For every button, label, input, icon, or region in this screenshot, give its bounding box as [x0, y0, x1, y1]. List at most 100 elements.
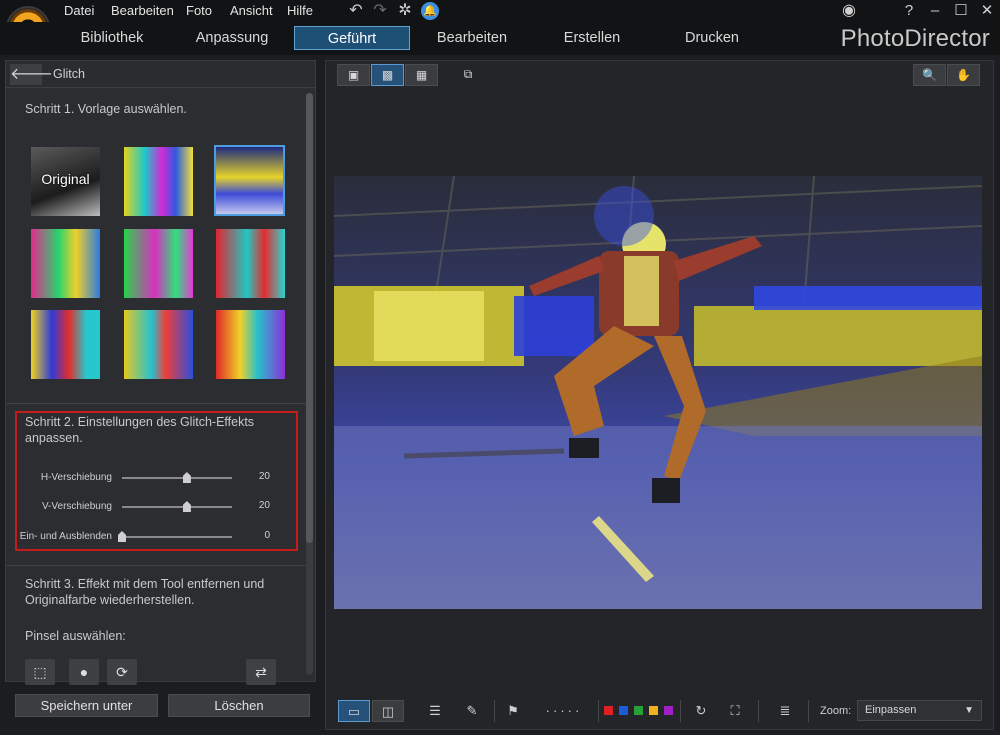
grid-icon: ▦: [415, 68, 428, 82]
fade-value: 0: [264, 530, 270, 541]
panel-header: 🡐 Glitch: [6, 61, 315, 88]
flag-button[interactable]: ⚑: [500, 700, 526, 722]
template-glitch-1[interactable]: [123, 146, 194, 217]
template-glitch-6[interactable]: [30, 309, 101, 380]
tab-drucken[interactable]: Drucken: [662, 26, 762, 50]
step1-text: Schritt 1. Vorlage auswählen.: [25, 102, 187, 116]
view-original-button[interactable]: ▣: [337, 64, 370, 86]
compare-view-button[interactable]: ◫: [372, 700, 404, 722]
separator: [598, 700, 599, 722]
template-glitch-7[interactable]: [123, 309, 194, 380]
edited-photo: [334, 176, 982, 609]
panel-title: Glitch: [53, 67, 85, 81]
back-button[interactable]: 🡐: [10, 64, 53, 85]
round-brush-icon: ●: [79, 664, 89, 680]
menu-foto[interactable]: Foto: [186, 3, 212, 18]
gear-icon[interactable]: ✲: [396, 2, 414, 20]
separator: [494, 700, 495, 722]
display-options-button[interactable]: ≣: [770, 700, 800, 722]
template-glitch-4[interactable]: [123, 228, 194, 299]
v-shift-track[interactable]: [122, 506, 232, 508]
color-label-blue[interactable]: [619, 706, 628, 715]
color-label-green[interactable]: [634, 706, 643, 715]
brush-restore-button[interactable]: ⟳: [107, 659, 137, 685]
restore-brush-icon: ⟳: [116, 664, 128, 680]
panel-scrollbar-thumb[interactable]: [306, 93, 313, 543]
swap-icon: ⇄: [255, 664, 267, 680]
divider: [6, 403, 306, 404]
glitch-panel: 🡐 Glitch Schritt 1. Vorlage auswählen. O…: [5, 60, 316, 685]
fade-track[interactable]: [122, 536, 232, 538]
fade-label: Ein- und Ausblenden: [19, 531, 112, 542]
pencil-icon: ✎: [466, 703, 478, 718]
v-shift-label: V-Verschiebung: [41, 501, 112, 512]
v-shift-value: 20: [258, 500, 270, 511]
brand-name: PhotoDirector: [840, 25, 990, 52]
separator: [758, 700, 759, 722]
brush-auto-button[interactable]: ⬚: [25, 659, 55, 685]
menu-datei[interactable]: Datei: [64, 3, 94, 18]
user-icon[interactable]: ◉: [840, 2, 858, 20]
save-as-button[interactable]: Speichern unter: [15, 694, 158, 717]
edit-button[interactable]: ✎: [459, 700, 485, 722]
color-label-yellow[interactable]: [649, 706, 658, 715]
sort-icon: ☰: [429, 703, 441, 718]
template-original[interactable]: Original: [30, 146, 101, 217]
back-arrow-icon: 🡐: [10, 66, 53, 83]
crop-icon: ⛶: [730, 703, 740, 718]
skateboarder-photo: [334, 176, 982, 609]
sort-button[interactable]: ☰: [422, 700, 448, 722]
template-glitch-5[interactable]: [215, 228, 286, 299]
crop-button[interactable]: ⛶: [722, 700, 748, 722]
view-single-button[interactable]: ▩: [371, 64, 404, 86]
original-label: Original: [41, 171, 90, 187]
brush-select-label: Pinsel auswählen:: [25, 629, 126, 643]
zoom-label: Zoom:: [820, 705, 852, 717]
photodirector-window: Datei Bearbeiten Foto Ansicht Hilfe ↶ ↷ …: [0, 0, 1000, 735]
undo-icon[interactable]: ↶: [347, 2, 365, 20]
color-label-red[interactable]: [604, 706, 613, 715]
compare-button[interactable]: ⧉: [455, 64, 481, 86]
pan-tool-button[interactable]: ✋: [947, 64, 980, 86]
redo-icon[interactable]: ↷: [371, 2, 389, 20]
tab-bearbeiten[interactable]: Bearbeiten: [422, 26, 522, 50]
menu-hilfe[interactable]: Hilfe: [287, 3, 313, 18]
minimize-icon[interactable]: –: [922, 0, 948, 22]
delete-button[interactable]: Löschen: [168, 694, 310, 717]
menu-bearbeiten[interactable]: Bearbeiten: [111, 3, 174, 18]
close-icon[interactable]: ✕: [974, 0, 1000, 22]
divider: [6, 565, 306, 566]
zoom-tool-button[interactable]: 🔍: [913, 64, 946, 86]
h-shift-value: 20: [258, 471, 270, 482]
hand-icon: ✋: [956, 68, 971, 82]
brush-round-button[interactable]: ●: [69, 659, 99, 685]
zoom-value: Einpassen: [865, 704, 917, 716]
view-grid-button[interactable]: ▦: [405, 64, 438, 86]
tab-gefuehrt[interactable]: Geführt: [294, 26, 410, 50]
bell-icon[interactable]: 🔔: [421, 2, 439, 20]
template-glitch-3[interactable]: [30, 228, 101, 299]
flag-icon: ⚑: [507, 703, 519, 718]
rotate-button[interactable]: ↻: [688, 700, 714, 722]
separator: [680, 700, 681, 722]
auto-brush-icon: ⬚: [33, 664, 47, 680]
tab-bibliothek[interactable]: Bibliothek: [62, 26, 162, 50]
rotate-icon: ↻: [695, 703, 707, 718]
single-view-button[interactable]: ▭: [338, 700, 370, 722]
menu-ansicht[interactable]: Ansicht: [230, 3, 273, 18]
compare-icon: ⧉: [463, 67, 473, 81]
template-glitch-2[interactable]: [214, 145, 285, 216]
maximize-icon[interactable]: ☐: [948, 0, 974, 22]
image-icon: ▩: [381, 68, 394, 82]
chevron-down-icon: ▼: [964, 705, 974, 716]
template-glitch-8[interactable]: [215, 309, 286, 380]
h-shift-track[interactable]: [122, 477, 232, 479]
compare-view-icon: ◫: [381, 704, 395, 719]
zoom-select[interactable]: Einpassen ▼: [857, 700, 982, 721]
tab-anpassung[interactable]: Anpassung: [182, 26, 282, 50]
color-label-purple[interactable]: [664, 706, 673, 715]
tab-erstellen[interactable]: Erstellen: [542, 26, 642, 50]
help-icon[interactable]: ?: [896, 0, 922, 22]
brush-swap-button[interactable]: ⇄: [246, 659, 276, 685]
rating-stars[interactable]: ·····: [534, 700, 594, 722]
